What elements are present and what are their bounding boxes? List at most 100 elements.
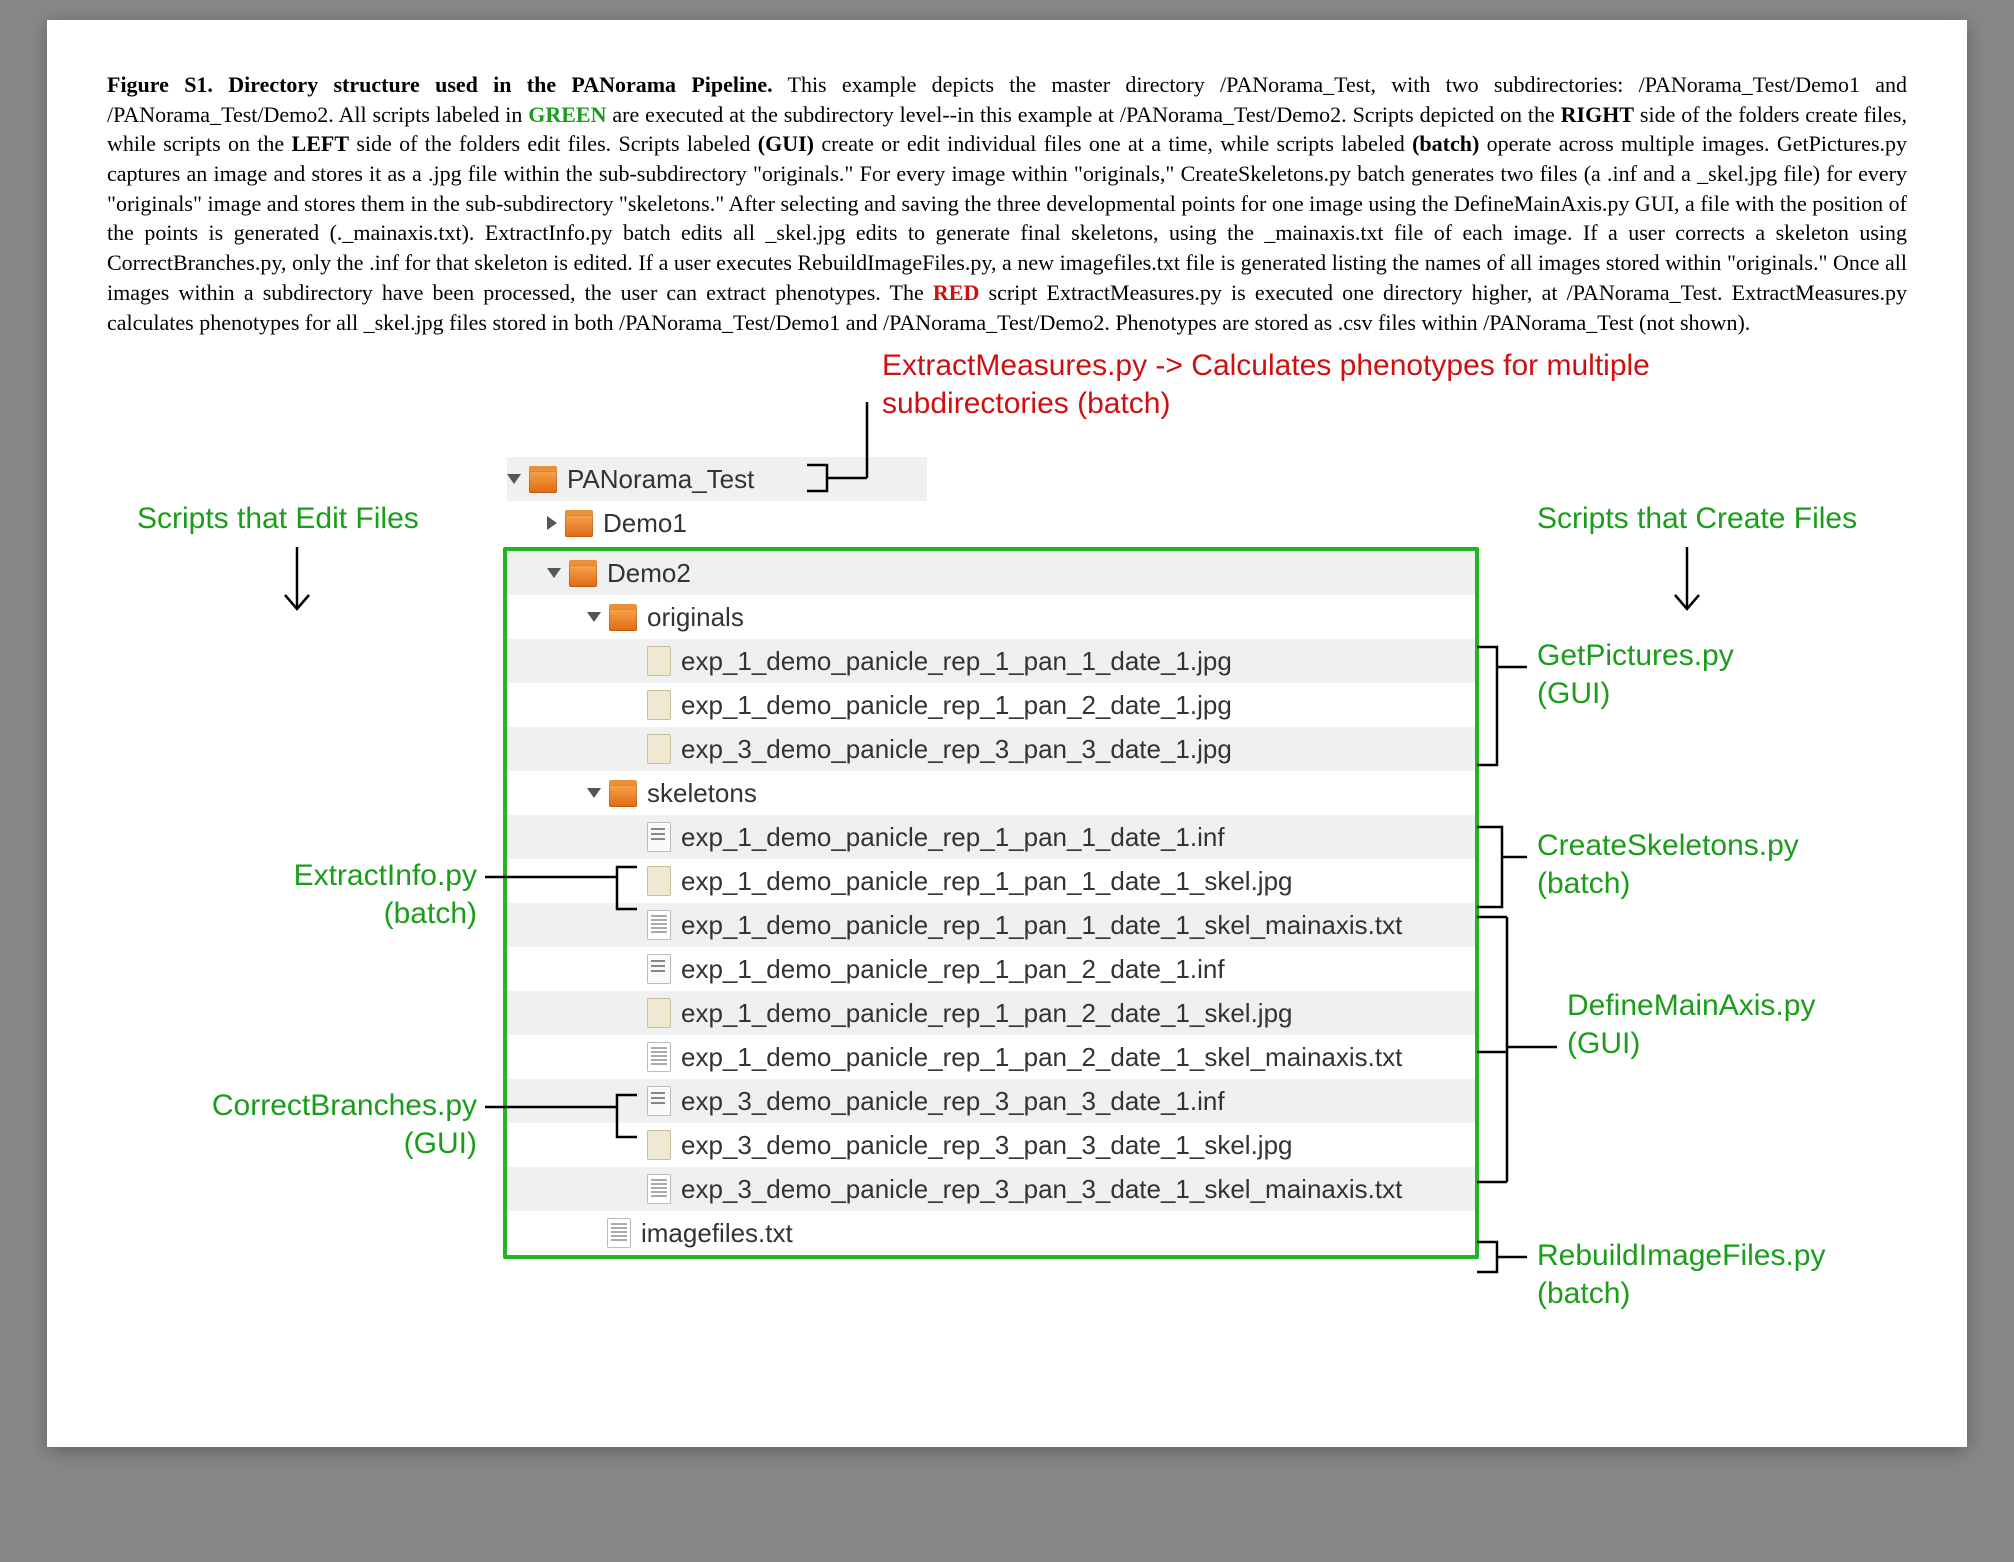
file-label: exp_3_demo_panicle_rep_3_pan_3_date_1_sk… — [681, 1174, 1402, 1205]
caption-left-word: LEFT — [292, 131, 349, 156]
folder-icon — [569, 560, 597, 587]
inf-file-icon — [647, 954, 671, 984]
edit-files-header: Scripts that Edit Files — [137, 502, 419, 536]
folder-label: PANorama_Test — [567, 464, 754, 495]
file-row: exp_1_demo_panicle_rep_1_pan_1_date_1_sk… — [507, 859, 1475, 903]
file-label: exp_3_demo_panicle_rep_3_pan_3_date_1_sk… — [681, 1130, 1293, 1161]
txt-file-icon — [647, 1174, 671, 1204]
annotation-line: CreateSkeletons.py — [1537, 829, 1799, 862]
file-label: exp_3_demo_panicle_rep_3_pan_3_date_1.jp… — [681, 734, 1232, 765]
file-row: exp_1_demo_panicle_rep_1_pan_2_date_1.jp… — [507, 683, 1475, 727]
arrow-down-icon — [285, 547, 309, 609]
file-row: exp_3_demo_panicle_rep_3_pan_3_date_1_sk… — [507, 1167, 1475, 1211]
bracket-rebuildimagefiles — [1477, 1242, 1527, 1272]
annotation-extractmeasures: ExtractMeasures.py -> Calculates phenoty… — [882, 347, 1650, 422]
annotation-line: (batch) — [384, 897, 477, 930]
caption-text: create or edit individual files one at a… — [814, 131, 1412, 156]
annotation-getpictures: GetPictures.py (GUI) — [1537, 637, 1734, 712]
folder-label: originals — [647, 602, 744, 633]
file-label: exp_1_demo_panicle_rep_1_pan_2_date_1_sk… — [681, 998, 1293, 1029]
file-row: exp_1_demo_panicle_rep_1_pan_2_date_1_sk… — [507, 1035, 1475, 1079]
folder-row-root: PANorama_Test — [507, 457, 927, 501]
triangle-down-icon — [587, 612, 601, 622]
folder-icon — [609, 780, 637, 807]
folder-label: Demo1 — [603, 508, 687, 539]
caption-text: operate across multiple images. GetPictu… — [107, 131, 1907, 304]
figure-caption: Figure S1. Directory structure used in t… — [107, 70, 1907, 337]
jpg-file-icon — [647, 998, 671, 1028]
file-row-imagefiles: imagefiles.txt — [507, 1211, 1475, 1255]
folder-label: skeletons — [647, 778, 757, 809]
annotation-definemainaxis: DefineMainAxis.py (GUI) — [1567, 987, 1815, 1062]
file-label: exp_1_demo_panicle_rep_1_pan_1_date_1_sk… — [681, 866, 1293, 897]
folder-row-demo2: Demo2 — [507, 551, 1475, 595]
file-label: exp_1_demo_panicle_rep_1_pan_2_date_1.jp… — [681, 690, 1232, 721]
caption-text: are executed at the subdirectory level--… — [606, 102, 1560, 127]
caption-batch-word: (batch) — [1412, 131, 1479, 156]
bracket-getpictures — [1477, 647, 1527, 765]
file-label: exp_1_demo_panicle_rep_1_pan_1_date_1.in… — [681, 822, 1225, 853]
demo2-scope-box: Demo2 originals exp_1_demo_panicle_rep_1… — [503, 547, 1479, 1259]
annotation-line: subdirectories (batch) — [882, 387, 1170, 420]
caption-red-word: RED — [933, 280, 979, 305]
caption-text: side of the folders edit files. Scripts … — [349, 131, 758, 156]
file-label: exp_1_demo_panicle_rep_1_pan_1_date_1_sk… — [681, 910, 1402, 941]
file-row: exp_1_demo_panicle_rep_1_pan_1_date_1_sk… — [507, 903, 1475, 947]
annotation-rebuildimagefiles: RebuildImageFiles.py (batch) — [1537, 1237, 1825, 1312]
file-label: exp_1_demo_panicle_rep_1_pan_2_date_1.in… — [681, 954, 1225, 985]
annotation-line: (batch) — [1537, 1277, 1630, 1310]
file-label: exp_3_demo_panicle_rep_3_pan_3_date_1.in… — [681, 1086, 1225, 1117]
annotation-line: DefineMainAxis.py — [1567, 989, 1815, 1022]
arrow-down-icon — [1675, 547, 1699, 609]
bracket-createskeletons — [1477, 827, 1527, 907]
annotation-line: CorrectBranches.py — [212, 1089, 477, 1122]
folder-row-demo1: Demo1 — [507, 501, 1467, 545]
txt-file-icon — [647, 910, 671, 940]
triangle-down-icon — [547, 568, 561, 578]
create-files-header: Scripts that Create Files — [1537, 502, 1857, 536]
annotation-line: ExtractInfo.py — [294, 859, 477, 892]
annotation-correctbranches: CorrectBranches.py (GUI) — [137, 1087, 477, 1162]
bracket-definemainaxis — [1477, 917, 1557, 1182]
folder-row-skeletons: skeletons — [507, 771, 1475, 815]
triangle-down-icon — [587, 788, 601, 798]
annotation-line: RebuildImageFiles.py — [1537, 1239, 1825, 1272]
jpg-file-icon — [647, 646, 671, 676]
jpg-file-icon — [647, 734, 671, 764]
folder-row-originals: originals — [507, 595, 1475, 639]
file-row: exp_1_demo_panicle_rep_1_pan_2_date_1.in… — [507, 947, 1475, 991]
file-row: exp_3_demo_panicle_rep_3_pan_3_date_1_sk… — [507, 1123, 1475, 1167]
annotation-line: (GUI) — [1567, 1027, 1640, 1060]
file-label: exp_1_demo_panicle_rep_1_pan_1_date_1.jp… — [681, 646, 1232, 677]
directory-diagram: ExtractMeasures.py -> Calculates phenoty… — [107, 347, 1907, 1407]
txt-file-icon — [607, 1218, 631, 1248]
inf-file-icon — [647, 822, 671, 852]
triangle-down-icon — [507, 474, 521, 484]
file-row: exp_3_demo_panicle_rep_3_pan_3_date_1.in… — [507, 1079, 1475, 1123]
caption-gui-word: (GUI) — [758, 131, 814, 156]
annotation-line: (GUI) — [404, 1127, 477, 1160]
folder-icon — [529, 466, 557, 493]
jpg-file-icon — [647, 866, 671, 896]
annotation-extractinfo: ExtractInfo.py (batch) — [197, 857, 477, 932]
jpg-file-icon — [647, 690, 671, 720]
annotation-line: (GUI) — [1537, 677, 1610, 710]
file-row: exp_1_demo_panicle_rep_1_pan_1_date_1.jp… — [507, 639, 1475, 683]
txt-file-icon — [647, 1042, 671, 1072]
jpg-file-icon — [647, 1130, 671, 1160]
triangle-right-icon — [547, 516, 557, 530]
annotation-line: (batch) — [1537, 867, 1630, 900]
caption-right-word: RIGHT — [1561, 102, 1634, 127]
file-label: exp_1_demo_panicle_rep_1_pan_2_date_1_sk… — [681, 1042, 1402, 1073]
folder-icon — [609, 604, 637, 631]
file-row: exp_1_demo_panicle_rep_1_pan_2_date_1_sk… — [507, 991, 1475, 1035]
file-row: exp_3_demo_panicle_rep_3_pan_3_date_1.jp… — [507, 727, 1475, 771]
figure-page: Figure S1. Directory structure used in t… — [47, 20, 1967, 1447]
annotation-line: ExtractMeasures.py -> Calculates phenoty… — [882, 349, 1650, 382]
inf-file-icon — [647, 1086, 671, 1116]
figure-label: Figure S1. Directory structure used in t… — [107, 72, 773, 97]
folder-label: Demo2 — [607, 558, 691, 589]
folder-icon — [565, 510, 593, 537]
file-label: imagefiles.txt — [641, 1218, 793, 1249]
file-row: exp_1_demo_panicle_rep_1_pan_1_date_1.in… — [507, 815, 1475, 859]
